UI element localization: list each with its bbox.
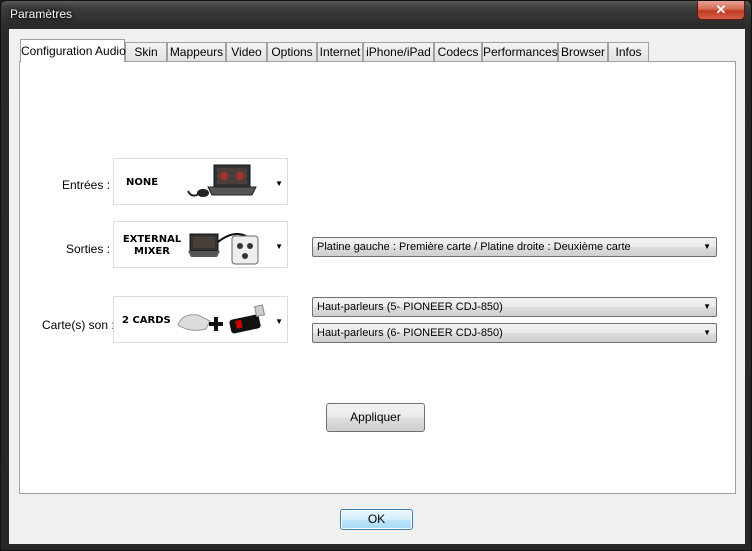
chevron-down-icon: ▼ bbox=[275, 242, 283, 251]
chevron-down-icon: ▼ bbox=[703, 242, 711, 251]
tab-infos[interactable]: Infos bbox=[608, 42, 649, 61]
entrees-select[interactable]: NONE ▼ bbox=[113, 158, 288, 205]
cartes-select[interactable]: 2 CARDS ▼ bbox=[113, 296, 288, 343]
chevron-down-icon: ▼ bbox=[703, 328, 711, 337]
soundcard-2-dropdown[interactable]: Haut-parleurs (6- PIONEER CDJ-850) ▼ bbox=[312, 323, 717, 343]
soundcard-1-dropdown[interactable]: Haut-parleurs (5- PIONEER CDJ-850) ▼ bbox=[312, 297, 717, 317]
usb-soundcard-icon bbox=[177, 304, 266, 334]
sorties-select[interactable]: EXTERNAL MIXER ▼ bbox=[113, 221, 288, 268]
close-button[interactable]: ✕ bbox=[697, 1, 745, 20]
tab-skin[interactable]: Skin bbox=[125, 42, 167, 61]
apply-button[interactable]: Appliquer bbox=[326, 403, 425, 432]
ok-button[interactable]: OK bbox=[340, 509, 413, 530]
tab-video[interactable]: Video bbox=[226, 42, 267, 61]
mixer-icon bbox=[188, 233, 259, 265]
tab-performances[interactable]: Performances bbox=[482, 42, 558, 61]
sorties-value-line1: EXTERNAL bbox=[122, 234, 182, 245]
tab-internet[interactable]: Internet bbox=[317, 42, 363, 61]
close-icon: ✕ bbox=[715, 2, 727, 17]
entrees-value: NONE bbox=[126, 177, 159, 188]
soundcard-1-value: Haut-parleurs (5- PIONEER CDJ-850) bbox=[317, 301, 503, 313]
settings-window: Paramètres ✕ Configuration Audio Skin Ma… bbox=[0, 0, 752, 551]
tab-configuration-audio[interactable]: Configuration Audio bbox=[20, 39, 126, 62]
tab-iphone-ipad[interactable]: iPhone/iPad bbox=[363, 42, 434, 61]
cartes-label: Carte(s) son : bbox=[42, 318, 115, 332]
tab-mappeurs[interactable]: Mappeurs bbox=[167, 42, 226, 61]
sorties-label: Sorties : bbox=[66, 242, 111, 256]
tab-browser[interactable]: Browser bbox=[558, 42, 608, 61]
sorties-value-line2: MIXER bbox=[134, 246, 170, 257]
chevron-down-icon: ▼ bbox=[275, 317, 283, 326]
laptop-icon bbox=[187, 164, 257, 197]
soundcard-2-value: Haut-parleurs (6- PIONEER CDJ-850) bbox=[317, 327, 503, 339]
title-bar[interactable]: Paramètres ✕ bbox=[1, 1, 751, 29]
audio-config-panel: Entrées : NONE ▼ Sorties : EXTERNAL MIXE… bbox=[19, 61, 736, 494]
dialog-client: Configuration Audio Skin Mappeurs Video … bbox=[9, 29, 745, 544]
sorties-value: EXTERNAL MIXER bbox=[120, 234, 184, 258]
output-mode-dropdown[interactable]: Platine gauche : Première carte / Platin… bbox=[312, 237, 717, 257]
output-mode-value: Platine gauche : Première carte / Platin… bbox=[317, 241, 631, 253]
chevron-down-icon: ▼ bbox=[703, 302, 711, 311]
window-title: Paramètres bbox=[10, 7, 73, 21]
chevron-down-icon: ▼ bbox=[275, 179, 283, 188]
tab-codecs[interactable]: Codecs bbox=[434, 42, 482, 61]
entrees-label: Entrées : bbox=[62, 178, 111, 192]
cartes-value: 2 CARDS bbox=[122, 315, 171, 326]
tab-options[interactable]: Options bbox=[267, 42, 317, 61]
